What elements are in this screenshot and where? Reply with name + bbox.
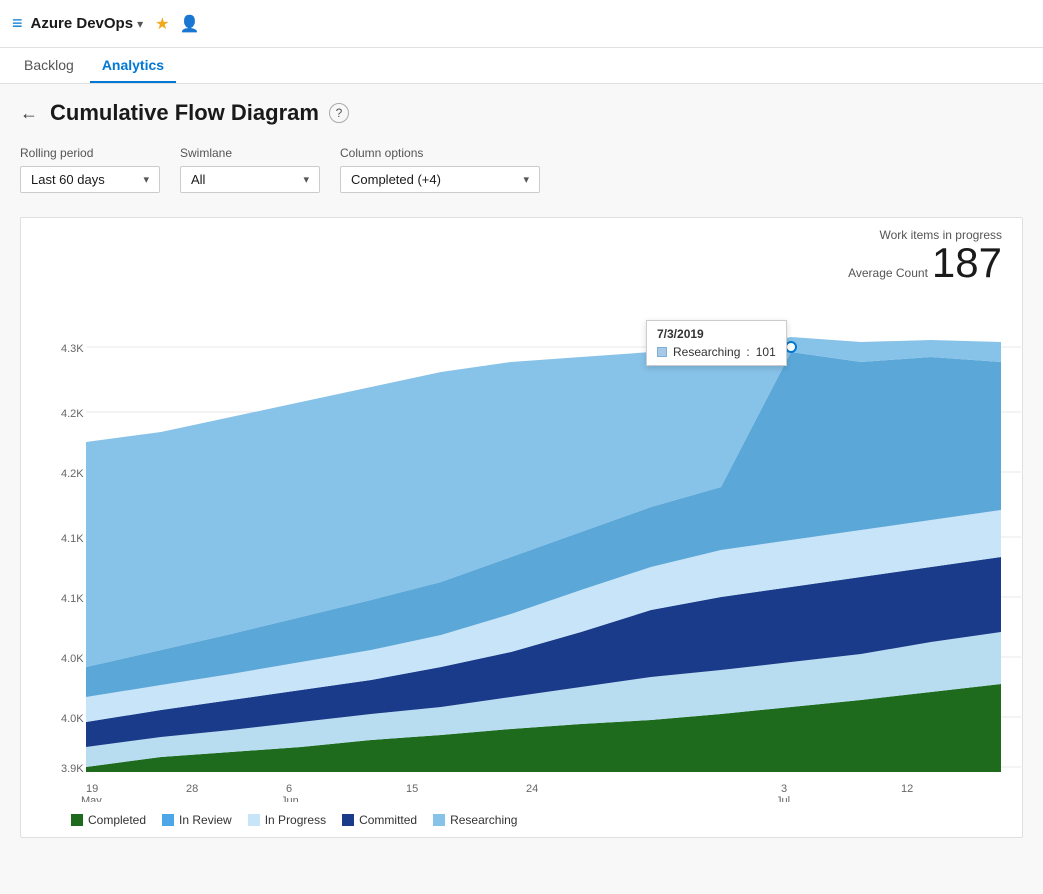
- y-label-5: 4.1K: [61, 593, 84, 605]
- stats-sublabel: Average Count: [848, 266, 928, 280]
- legend-in-review: In Review: [162, 813, 232, 827]
- legend-completed-label: Completed: [88, 813, 146, 827]
- y-label-7: 4.0K: [61, 713, 84, 725]
- legend-committed: Committed: [342, 813, 417, 827]
- x-label-3: 3: [781, 783, 787, 795]
- legend-completed: Completed: [71, 813, 146, 827]
- back-button[interactable]: ←: [20, 103, 38, 124]
- rolling-period-chevron-icon: ▾: [143, 173, 149, 186]
- x-label-6: 6: [286, 783, 292, 795]
- x-label-15: 15: [406, 783, 418, 795]
- x-label-jul: Jul: [776, 795, 790, 802]
- chart-stats: Work items in progress Average Count 187: [31, 228, 1012, 284]
- x-label-19: 19: [86, 783, 98, 795]
- chart-svg-wrap: 4.3K 4.2K 4.2K 4.1K 4.1K 4.0K 4.0K 3.9K: [31, 292, 1012, 805]
- column-options-label: Column options: [340, 146, 540, 160]
- help-icon[interactable]: ?: [329, 103, 349, 123]
- app-icon: ≡: [12, 13, 23, 34]
- x-label-jun: Jun: [281, 795, 299, 802]
- favorite-star-icon[interactable]: ★: [155, 14, 169, 34]
- y-label-1: 4.3K: [61, 343, 84, 355]
- tooltip-dot: [786, 342, 796, 352]
- page-title-row: ← Cumulative Flow Diagram ?: [20, 100, 1023, 126]
- stats-value: 187: [932, 242, 1002, 284]
- legend-researching: Researching: [433, 813, 517, 827]
- rolling-period-dropdown[interactable]: Last 60 days ▾: [20, 166, 160, 193]
- column-options-control: Column options Completed (+4) ▾: [340, 146, 540, 193]
- swimlane-chevron-icon: ▾: [303, 173, 309, 186]
- controls-row: Rolling period Last 60 days ▾ Swimlane A…: [20, 146, 1023, 193]
- legend-completed-swatch: [71, 814, 83, 826]
- title-chevron-icon[interactable]: ▾: [137, 17, 143, 31]
- swimlane-control: Swimlane All ▾: [180, 146, 320, 193]
- rolling-period-value: Last 60 days: [31, 172, 105, 187]
- legend-researching-label: Researching: [450, 813, 517, 827]
- column-options-chevron-icon: ▾: [523, 173, 529, 186]
- rolling-period-control: Rolling period Last 60 days ▾: [20, 146, 160, 193]
- x-label-may: May: [81, 795, 102, 802]
- swimlane-label: Swimlane: [180, 146, 320, 160]
- legend-committed-swatch: [342, 814, 354, 826]
- x-label-24: 24: [526, 783, 538, 795]
- cumulative-flow-chart: 4.3K 4.2K 4.2K 4.1K 4.1K 4.0K 4.0K 3.9K: [31, 292, 1031, 802]
- top-bar: ≡ Azure DevOps ▾ ★ 👤: [0, 0, 1043, 48]
- legend-in-progress-swatch: [248, 814, 260, 826]
- y-label-6: 4.0K: [61, 653, 84, 665]
- app-title: Azure DevOps: [31, 15, 134, 32]
- person-icon[interactable]: 👤: [179, 14, 199, 34]
- legend-committed-label: Committed: [359, 813, 417, 827]
- legend-in-progress: In Progress: [248, 813, 326, 827]
- x-label-28: 28: [186, 783, 198, 795]
- rolling-period-label: Rolling period: [20, 146, 160, 160]
- swimlane-dropdown[interactable]: All ▾: [180, 166, 320, 193]
- legend-researching-swatch: [433, 814, 445, 826]
- x-label-12: 12: [901, 783, 913, 795]
- y-label-8: 3.9K: [61, 763, 84, 775]
- tab-backlog[interactable]: Backlog: [12, 49, 86, 83]
- y-label-4: 4.1K: [61, 533, 84, 545]
- nav-tabs: Backlog Analytics: [0, 48, 1043, 84]
- column-options-dropdown[interactable]: Completed (+4) ▾: [340, 166, 540, 193]
- y-label-3: 4.2K: [61, 468, 84, 480]
- page-title: Cumulative Flow Diagram: [50, 100, 319, 126]
- chart-legend: Completed In Review In Progress Committe…: [31, 805, 1012, 827]
- y-label-2: 4.2K: [61, 408, 84, 420]
- tab-analytics[interactable]: Analytics: [90, 49, 176, 83]
- legend-in-review-swatch: [162, 814, 174, 826]
- legend-in-review-label: In Review: [179, 813, 232, 827]
- column-options-value: Completed (+4): [351, 172, 441, 187]
- chart-container: Work items in progress Average Count 187…: [20, 217, 1023, 838]
- swimlane-value: All: [191, 172, 205, 187]
- main-content: ← Cumulative Flow Diagram ? Rolling peri…: [0, 84, 1043, 894]
- legend-in-progress-label: In Progress: [265, 813, 326, 827]
